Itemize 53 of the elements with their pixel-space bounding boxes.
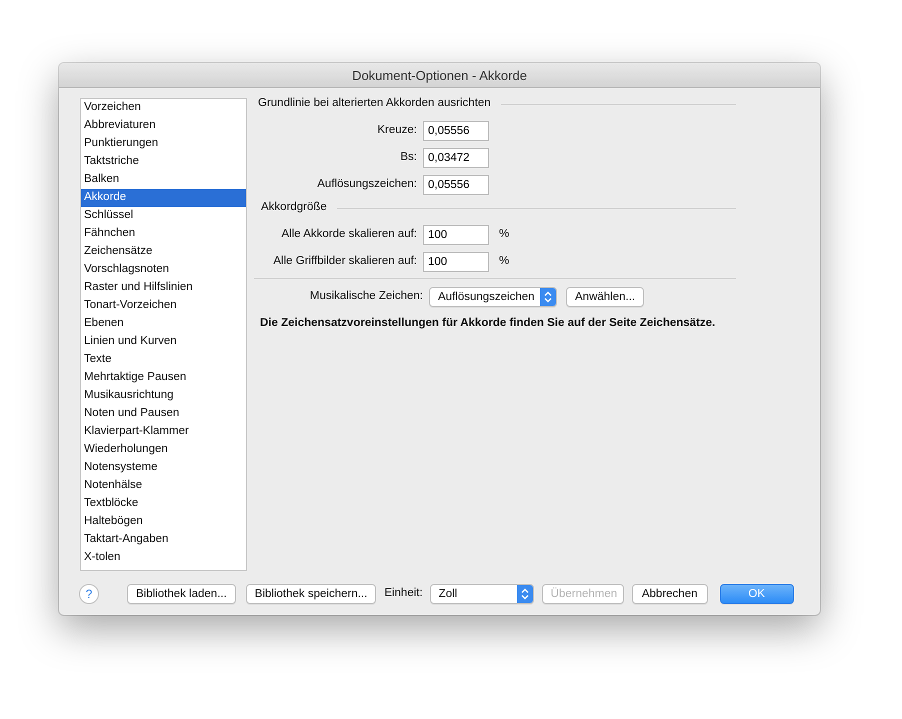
input-field[interactable]: 0,05556: [423, 120, 489, 140]
sidebar-item[interactable]: Akkorde: [81, 189, 246, 207]
info-text: Die Zeichensatzvoreinstellungen für Akkorde finden Sie auf der Seite Zeichensätze.: [259, 316, 716, 331]
section-heading: Akkordgröße: [261, 200, 327, 216]
select-button[interactable]: Anwählen...: [566, 286, 644, 306]
stepper-icon: [544, 290, 552, 302]
sidebar-item[interactable]: Taktart-Angaben: [81, 531, 246, 549]
input-field[interactable]: 100: [423, 224, 489, 244]
sidebar-item[interactable]: Wiederholungen: [81, 441, 246, 459]
sidebar-item[interactable]: Tonart-Vorzeichen: [81, 297, 246, 315]
sidebar-item[interactable]: Raster und Hilfslinien: [81, 279, 246, 297]
library-button[interactable]: Bibliothek laden...: [127, 584, 236, 604]
sidebar-item[interactable]: X-tolen: [81, 549, 246, 567]
sidebar-item[interactable]: Texte: [81, 351, 246, 369]
input-field[interactable]: 0,03472: [423, 148, 489, 168]
unit-label: Einheit:: [384, 586, 423, 602]
sidebar-item[interactable]: Klavierpart-Klammer: [81, 423, 246, 441]
field-label: Auflösungszeichen:: [316, 176, 418, 192]
unit-label: %: [499, 254, 510, 269]
sidebar-item[interactable]: Vorzeichen: [81, 99, 246, 117]
unit-label: %: [499, 226, 510, 242]
sidebar-item[interactable]: Balken: [81, 171, 246, 189]
sidebar-item[interactable]: Schlüssel: [81, 207, 246, 225]
field-label: Kreuze:: [376, 122, 418, 138]
sidebar-item[interactable]: Notenhälse: [81, 477, 246, 495]
sidebar-item[interactable]: Punktierungen: [81, 135, 246, 153]
sidebar-item[interactable]: Vorschlagsnoten: [81, 261, 246, 279]
sidebar-item[interactable]: Ebenen: [81, 315, 246, 333]
field-label: Alle Griffbilder skalieren auf:: [272, 254, 418, 269]
sidebar-item[interactable]: Abbreviaturen: [81, 117, 246, 135]
sidebar-item[interactable]: Notensysteme: [81, 459, 246, 477]
window-title: Dokument-Optionen - Akkorde: [59, 63, 820, 88]
symbol-select[interactable]: Auflösungszeichen: [429, 286, 557, 306]
sidebar-item[interactable]: Noten und Pausen: [81, 405, 246, 423]
input-field[interactable]: 100: [423, 252, 489, 272]
section-heading: Grundlinie bei alterierten Akkorden ausrichten: [258, 96, 491, 112]
sidebar-item[interactable]: Zeichensätze: [81, 243, 246, 261]
sidebar-item[interactable]: Taktstriche: [81, 153, 246, 171]
sidebar-item[interactable]: Mehrtaktige Pausen: [81, 369, 246, 387]
field-label: Musikalische Zeichen:: [308, 288, 424, 304]
sidebar-item[interactable]: Musikausrichtung: [81, 387, 246, 405]
unit-select[interactable]: Zoll: [430, 584, 534, 604]
sidebar-item[interactable]: Fähnchen: [81, 225, 246, 243]
sidebar-item[interactable]: Linien und Kurven: [81, 333, 246, 351]
dialog-button[interactable]: Abbrechen: [632, 584, 708, 604]
sidebar-item[interactable]: Textblöcke: [81, 495, 246, 513]
library-button[interactable]: Bibliothek speichern...: [246, 584, 376, 604]
field-label: Bs:: [399, 150, 418, 165]
help-button[interactable]: ?: [79, 584, 99, 604]
stepper-icon: [520, 588, 529, 600]
sidebar-item[interactable]: Haltebögen: [81, 513, 246, 531]
input-field[interactable]: 0,05556: [423, 174, 489, 194]
field-label: Alle Akkorde skalieren auf:: [280, 226, 418, 242]
